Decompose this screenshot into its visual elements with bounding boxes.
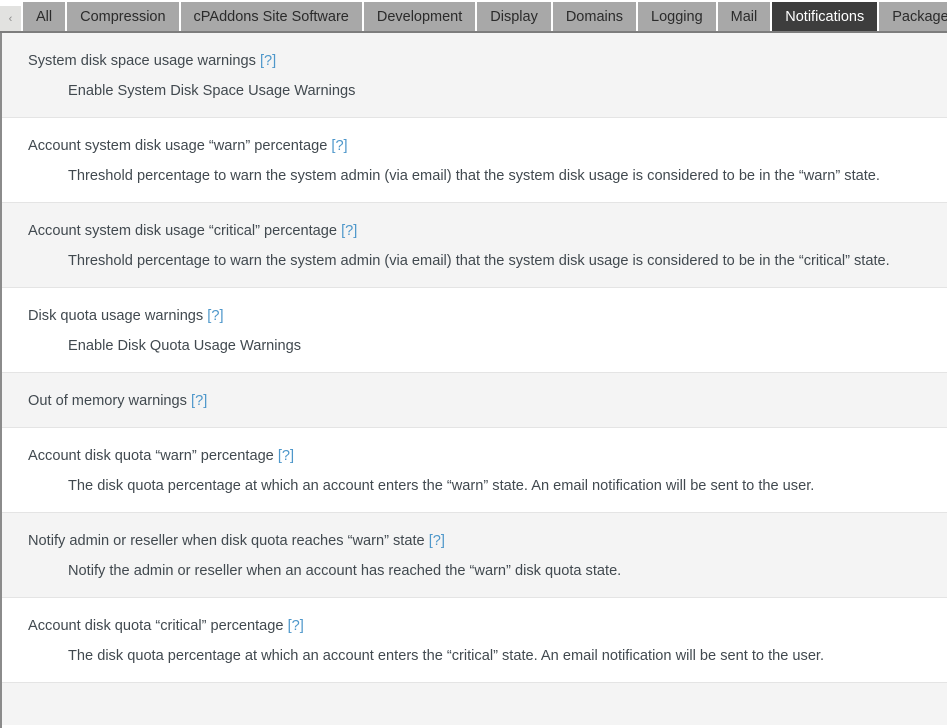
setting-row: Out of memory warnings [?]: [2, 373, 947, 428]
setting-title-text: Disk quota usage warnings: [28, 308, 204, 324]
help-link-icon[interactable]: [?]: [341, 223, 357, 239]
help-link-icon[interactable]: [?]: [191, 393, 207, 409]
setting-row: Account system disk usage “warn” percent…: [2, 118, 947, 203]
tab-all[interactable]: All: [23, 2, 66, 33]
setting-description: Notify the admin or reseller when an acc…: [68, 563, 622, 579]
help-link-icon[interactable]: [?]: [260, 53, 276, 69]
setting-title: Account disk quota “warn” percentage [?]: [28, 446, 933, 466]
setting-row: Account disk quota “critical” percentage…: [2, 598, 947, 683]
setting-title: Disk quota usage warnings [?]: [28, 306, 933, 326]
setting-description: The disk quota percentage at which an ac…: [68, 478, 815, 494]
setting-row: Disk quota usage warnings [?] Enable Disk…: [2, 288, 947, 373]
setting-row: Account disk quota “warn” percentage [?]…: [2, 428, 947, 513]
setting-title-text: Account disk quota “warn” percentage: [28, 448, 274, 464]
setting-title: Notify admin or reseller when disk quota…: [28, 531, 933, 551]
tab-cpaddons-site-software[interactable]: cPAddons Site Software: [180, 2, 362, 33]
setting-description: Threshold percentage to warn the system …: [68, 253, 890, 269]
setting-description: The disk quota percentage at which an ac…: [68, 648, 825, 664]
setting-title-text: System disk space usage warnings: [28, 53, 256, 69]
setting-description: Threshold percentage to warn the system …: [68, 168, 880, 184]
setting-row: System disk space usage warnings [?] Enab…: [2, 33, 947, 118]
setting-title-text: Account system disk usage “warn” percent…: [28, 138, 328, 154]
help-link-icon[interactable]: [?]: [288, 618, 304, 634]
chevron-left-icon[interactable]: ‹: [0, 6, 21, 33]
tab-compression[interactable]: Compression: [67, 2, 179, 33]
tab-domains[interactable]: Domains: [552, 2, 637, 33]
setting-description: Enable System Disk Space Usage Warnings: [68, 83, 356, 99]
setting-title-text: Account system disk usage “critical” per…: [28, 223, 338, 239]
setting-description: Enable Disk Quota Usage Warnings: [68, 338, 302, 354]
setting-row: Account system disk usage “critical” per…: [2, 203, 947, 288]
help-link-icon[interactable]: [?]: [278, 448, 294, 464]
tab-packages[interactable]: Packages: [879, 2, 947, 33]
settings-list: System disk space usage warnings [?] Enab…: [2, 33, 947, 725]
setting-title: Account system disk usage “warn” percent…: [28, 136, 933, 156]
setting-title-text: Out of memory warnings: [28, 393, 187, 409]
tab-list: All Compression cPAddons Site Software Deve…: [21, 2, 947, 33]
setting-title: System disk space usage warnings [?]: [28, 51, 933, 71]
help-link-icon[interactable]: [?]: [207, 308, 223, 324]
setting-title: Account system disk usage “critical” per…: [28, 221, 933, 241]
help-link-icon[interactable]: [?]: [429, 533, 445, 549]
tab-bar: ‹ All Compression cPAddons Site Software De…: [0, 0, 947, 33]
tab-notifications[interactable]: Notifications: [772, 2, 878, 33]
tab-mail[interactable]: Mail: [717, 2, 771, 33]
setting-title: Account disk quota “critical” percentage…: [28, 616, 933, 636]
setting-title-text: Notify admin or reseller when disk quota…: [28, 533, 425, 549]
tab-development[interactable]: Development: [363, 2, 476, 33]
tab-display[interactable]: Display: [477, 2, 551, 33]
setting-title-text: Account disk quota “critical” percentage: [28, 618, 284, 634]
setting-row: [2, 683, 947, 725]
setting-row: Notify admin or reseller when disk quota…: [2, 513, 947, 598]
help-link-icon[interactable]: [?]: [331, 138, 347, 154]
settings-panel: System disk space usage warnings [?] Enab…: [0, 33, 947, 728]
tab-logging[interactable]: Logging: [638, 2, 716, 33]
setting-title: Out of memory warnings [?]: [28, 391, 933, 411]
